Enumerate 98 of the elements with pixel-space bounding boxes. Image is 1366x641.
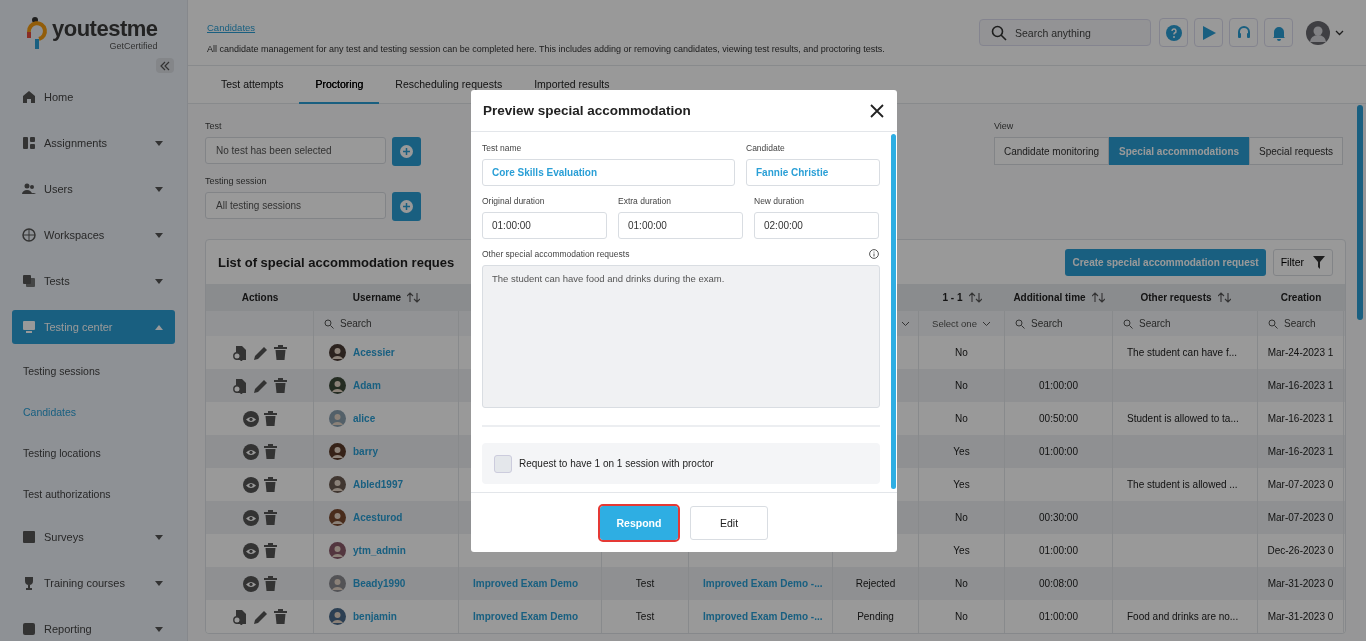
- card-title: List of special accommodation reques: [218, 254, 455, 270]
- table-cell: 01:00:00: [1039, 545, 1078, 556]
- column-header[interactable]: Username: [314, 284, 459, 311]
- table-cell: No: [955, 380, 968, 391]
- table-cell: 01:00:00: [1039, 380, 1078, 391]
- view-toggle[interactable]: Candidate monitoring: [993, 137, 1109, 165]
- sidebar-item[interactable]: Home: [0, 74, 187, 120]
- create-button[interactable]: Create special accommodation request: [1065, 248, 1266, 276]
- table-cell: No: [955, 413, 968, 424]
- tab[interactable]: Test attempts: [205, 66, 300, 104]
- tab[interactable]: Imported results: [518, 66, 626, 104]
- search-field[interactable]: Search anything: [979, 19, 1151, 46]
- column-header[interactable]: 1 - 1: [919, 284, 1005, 311]
- table-cell: The student is allowed ...: [1127, 479, 1238, 490]
- table-cell: Mar-16-2023 1: [1267, 380, 1334, 391]
- table-cell: 00:30:00: [1039, 512, 1078, 523]
- sidebar-item[interactable]: Training courses: [0, 560, 187, 606]
- username-link[interactable]: Abled1997: [353, 479, 404, 490]
- field-label: Test: [205, 121, 223, 131]
- column-search-field[interactable]: Search: [1009, 312, 1108, 335]
- table-cell: Student is allowed to ta...: [1127, 413, 1239, 424]
- field-label: Original duration: [482, 196, 546, 206]
- table-cell: 00:50:00: [1039, 413, 1078, 424]
- field-label: Extra duration: [618, 196, 672, 206]
- table-cell: Yes: [953, 479, 970, 490]
- username-link[interactable]: alice: [353, 413, 376, 424]
- table-cell: No: [955, 347, 968, 358]
- column-search-field[interactable]: Search: [1262, 312, 1339, 335]
- table-cell: 00:08:00: [1039, 578, 1078, 589]
- view-toggle[interactable]: Special accommodations: [1109, 137, 1250, 165]
- select-field[interactable]: All testing sessions: [205, 192, 386, 219]
- table-cell: Mar-31-2023 0: [1267, 611, 1334, 622]
- table-cell: Pending: [857, 611, 894, 622]
- sidebar-subitem[interactable]: Testing locations: [0, 432, 187, 473]
- sidebar-subitem[interactable]: Test authorizations: [0, 473, 187, 514]
- field-label: View: [993, 121, 1015, 131]
- field-label: New duration: [754, 196, 806, 206]
- table-cell: Mar-16-2023 1: [1267, 446, 1334, 457]
- column-header[interactable]: Actions: [206, 284, 314, 311]
- table-cell: 01:00:00: [1039, 611, 1078, 622]
- respond-button[interactable]: Respond: [600, 505, 678, 540]
- duration-field[interactable]: 02:00:00: [754, 212, 879, 239]
- table-cell: No: [955, 611, 968, 622]
- column-search-field[interactable]: Search: [1117, 312, 1253, 335]
- requests-text-area[interactable]: The student can have food and drinks during the exam.: [482, 265, 880, 408]
- table-cell: Rejected: [855, 578, 896, 589]
- page-description: All candidate management for any test and testing session can be completed here. This includes adding or removing candidates, viewing test results, and proctoring tests.: [207, 44, 885, 54]
- candidate-field[interactable]: Fannie Christie: [746, 159, 880, 186]
- sidebar-item[interactable]: Users: [0, 166, 187, 212]
- dialog-title: Preview special accommodation: [483, 103, 691, 118]
- logo-tagline: GetCertified: [109, 41, 158, 51]
- table-cell: Mar-07-2023 0: [1267, 479, 1334, 490]
- sidebar-item[interactable]: Reporting: [0, 606, 187, 641]
- field-label: Testing session: [205, 176, 268, 186]
- column-select-field[interactable]: Select one: [932, 318, 991, 329]
- tab[interactable]: Rescheduling requests: [379, 66, 519, 104]
- edit-button[interactable]: Edit: [690, 505, 768, 540]
- table-cell: Mar-24-2023 1: [1267, 347, 1334, 358]
- sidebar-item[interactable]: Workspaces: [0, 212, 187, 258]
- table-link[interactable]: Improved Exam Demo: [473, 611, 579, 622]
- field-label: Other special accommodation requests: [482, 249, 630, 259]
- table-cell: Test: [635, 578, 655, 589]
- table-link[interactable]: Improved Exam Demo -...: [703, 611, 823, 622]
- table-cell: No: [955, 578, 968, 589]
- table-cell: Mar-16-2023 1: [1267, 413, 1334, 424]
- username-link[interactable]: ytm_admin: [353, 545, 406, 556]
- duration-field[interactable]: 01:00:00: [482, 212, 607, 239]
- table-cell: Mar-31-2023 0: [1267, 578, 1334, 589]
- sidebar-item[interactable]: Testing center: [12, 310, 175, 344]
- sidebar-item[interactable]: Assignments: [0, 120, 187, 166]
- duration-field[interactable]: 01:00:00: [618, 212, 743, 239]
- table-cell: 01:00:00: [1039, 446, 1078, 457]
- breadcrumb-link[interactable]: Candidates: [207, 22, 256, 33]
- sidebar-item[interactable]: Surveys: [0, 514, 187, 560]
- sidebar-item[interactable]: Tests: [0, 258, 187, 304]
- sidebar-subitem[interactable]: Testing sessions: [0, 350, 187, 391]
- field-label: Test name: [482, 143, 523, 153]
- checkbox-label: Request to have 1 on 1 session with proctor: [519, 458, 714, 469]
- view-toggle[interactable]: Special requests: [1249, 137, 1343, 165]
- logo-name: youtestme: [52, 17, 158, 41]
- filter-button[interactable]: Filter: [1272, 248, 1333, 276]
- select-field[interactable]: No test has been selected: [205, 137, 386, 164]
- column-header[interactable]: Additional time: [1005, 284, 1113, 311]
- table-cell: Mar-07-2023 0: [1267, 512, 1334, 523]
- field-label: Candidate: [746, 143, 786, 153]
- username-link[interactable]: Acessier: [353, 347, 395, 358]
- table-cell: The student can have f...: [1127, 347, 1238, 358]
- column-header[interactable]: Other requests: [1113, 284, 1258, 311]
- column-header[interactable]: Creation: [1258, 284, 1344, 311]
- table-cell: Dec-26-2023 0: [1267, 545, 1334, 556]
- username-link[interactable]: benjamin: [353, 611, 397, 622]
- table-cell: Yes: [953, 545, 970, 556]
- table-cell: No: [955, 512, 968, 523]
- table-cell: Test: [635, 611, 655, 622]
- column-search-field[interactable]: Search: [318, 312, 454, 335]
- table-cell: Food and drinks are no...: [1127, 611, 1239, 622]
- test-name-field[interactable]: Core Skills Evaluation: [482, 159, 735, 186]
- table-cell: Yes: [953, 446, 970, 457]
